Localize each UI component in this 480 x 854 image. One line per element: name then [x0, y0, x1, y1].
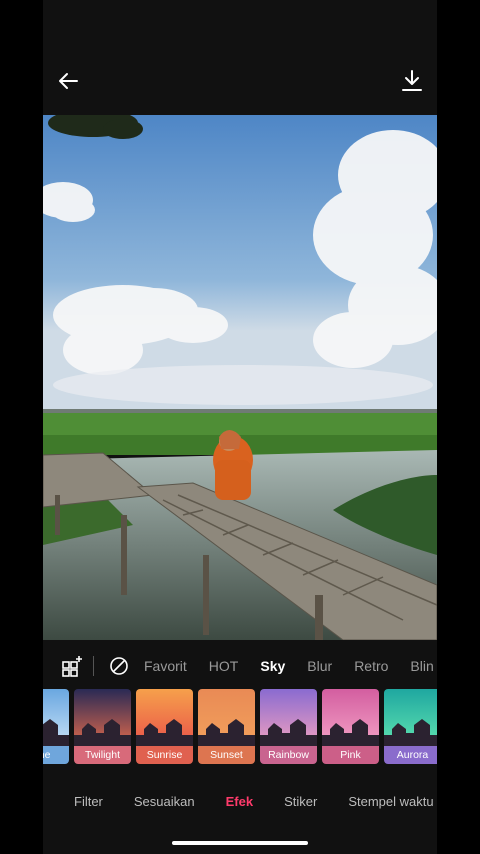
arrow-left-icon: [59, 73, 78, 89]
sky-preset-label: Sunrise: [136, 746, 193, 764]
tab-stiker[interactable]: Stiker: [284, 794, 317, 809]
category-blin[interactable]: Blin: [410, 658, 433, 674]
sky-preset-0[interactable]: hine: [43, 689, 69, 764]
bottom-tab-bar: Filter Sesuaikan Efek Stiker Stempel wak…: [43, 788, 437, 814]
effect-category-bar: Favorit HOT Sky Blur Retro Blin: [43, 646, 437, 686]
download-icon: [402, 70, 422, 91]
category-favorit[interactable]: Favorit: [144, 658, 187, 674]
editor-screen: Favorit HOT Sky Blur Retro Blin hine Twil…: [43, 0, 437, 854]
sky-preset-2[interactable]: Sunrise: [136, 689, 193, 764]
sky-preset-label: Pink: [322, 746, 379, 764]
sky-preset-preview: [260, 689, 317, 746]
house-silhouette-icon: [384, 719, 437, 746]
no-effect-icon: [110, 657, 128, 675]
sky-preset-label: Aurora: [384, 746, 437, 764]
top-bar: [43, 0, 437, 115]
sky-preset-list: hine Twilight Sunrise Sunset Rainbow Pink Auro…: [43, 689, 437, 765]
photo-preview[interactable]: [43, 115, 437, 640]
sky-preset-label: Twilight: [74, 746, 131, 764]
house-silhouette-icon: [260, 719, 317, 746]
sky-preset-preview: [198, 689, 255, 746]
sky-preset-label: Rainbow: [260, 746, 317, 764]
sky-preset-4[interactable]: Rainbow: [260, 689, 317, 764]
sky-preset-preview: [43, 689, 69, 746]
category-hot[interactable]: HOT: [209, 658, 239, 674]
category-blur[interactable]: Blur: [307, 658, 332, 674]
grid-plus-icon: [62, 656, 82, 677]
sky-preset-5[interactable]: Pink: [322, 689, 379, 764]
house-silhouette-icon: [136, 719, 193, 746]
sky-preset-6[interactable]: Aurora: [384, 689, 437, 764]
house-silhouette-icon: [322, 719, 379, 746]
sky-preset-1[interactable]: Twilight: [74, 689, 131, 764]
sky-preset-preview: [322, 689, 379, 746]
house-silhouette-icon: [43, 719, 69, 746]
house-silhouette-icon: [74, 719, 131, 746]
download-button[interactable]: [397, 66, 427, 96]
no-effect-button[interactable]: [104, 651, 134, 681]
tab-filter[interactable]: Filter: [74, 794, 103, 809]
back-button[interactable]: [53, 66, 83, 96]
tab-sesuaikan[interactable]: Sesuaikan: [134, 794, 195, 809]
sky-preset-preview: [136, 689, 193, 746]
sky-preset-3[interactable]: Sunset: [198, 689, 255, 764]
tab-stempel-waktu[interactable]: Stempel waktu: [348, 794, 433, 809]
category-retro[interactable]: Retro: [354, 658, 388, 674]
sky-preset-preview: [74, 689, 131, 746]
category-divider: [93, 656, 94, 676]
home-indicator: [172, 841, 308, 845]
sky-preset-label: hine: [43, 746, 69, 764]
manage-effects-button[interactable]: [57, 651, 87, 681]
house-silhouette-icon: [198, 719, 255, 746]
sky-preset-preview: [384, 689, 437, 746]
tab-efek[interactable]: Efek: [226, 794, 253, 809]
category-sky[interactable]: Sky: [260, 658, 285, 674]
landscape-photo: [43, 115, 437, 640]
sky-preset-label: Sunset: [198, 746, 255, 764]
